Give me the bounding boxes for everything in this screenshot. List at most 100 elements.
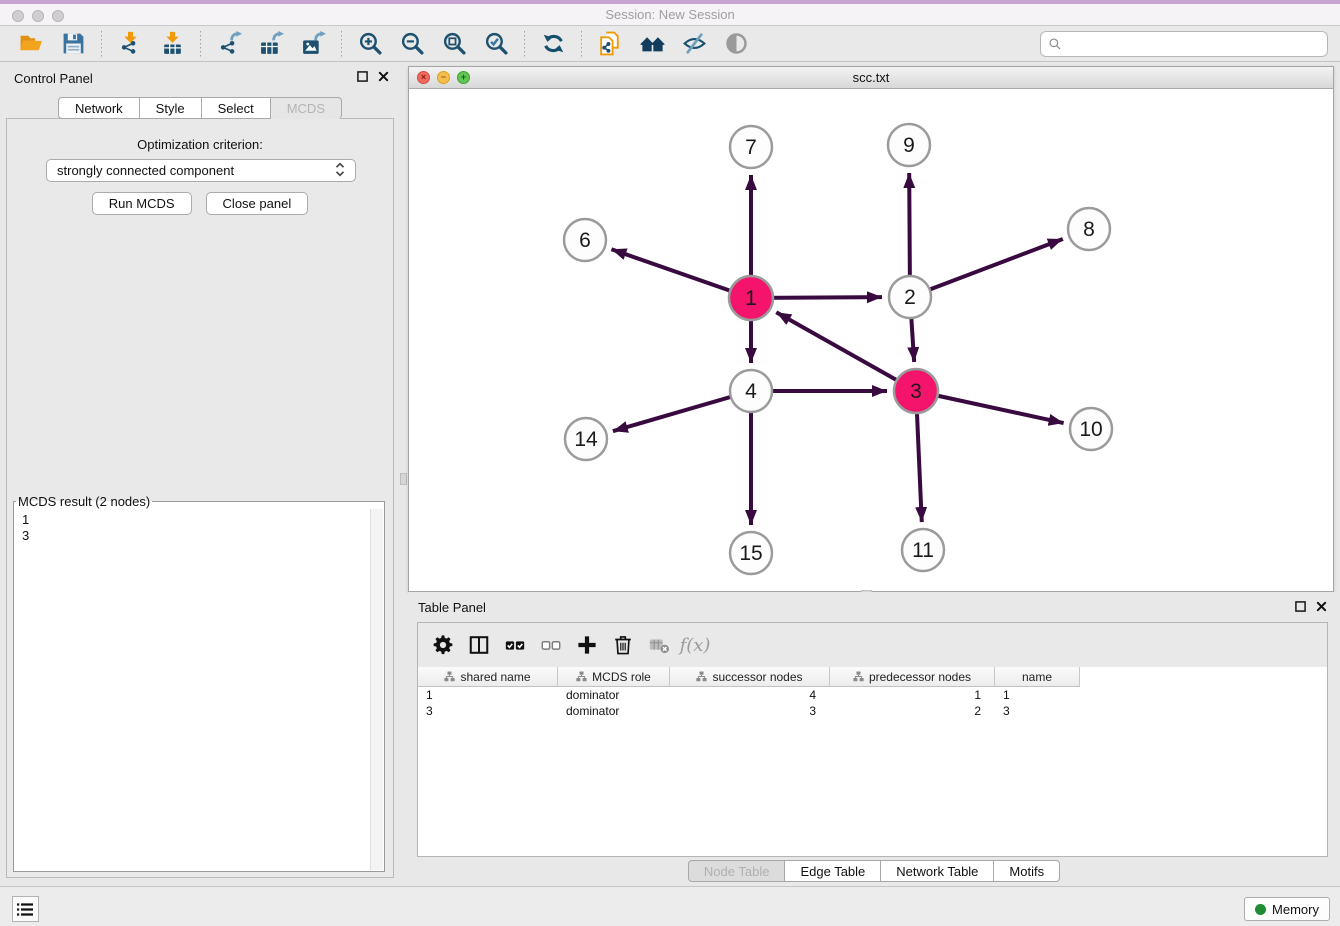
splitter-handle[interactable] bbox=[400, 473, 407, 485]
export-image-icon[interactable] bbox=[296, 30, 330, 58]
tab-mcds[interactable]: MCDS bbox=[271, 97, 342, 119]
node-6[interactable]: 6 bbox=[564, 219, 606, 261]
refresh-layout-icon[interactable] bbox=[536, 30, 570, 58]
run-mcds-button[interactable]: Run MCDS bbox=[92, 192, 192, 215]
svg-text:8: 8 bbox=[1083, 218, 1095, 241]
control-panel: Control Panel NetworkStyleSelectMCDS Opt… bbox=[0, 62, 400, 886]
close-panel-icon[interactable] bbox=[377, 70, 390, 83]
table-cell[interactable]: 3 bbox=[418, 703, 558, 719]
column-header-predecessor-nodes[interactable]: predecessor nodes bbox=[830, 667, 995, 687]
node-14[interactable]: 14 bbox=[565, 418, 607, 460]
optimization-criterion-label: Optimization criterion: bbox=[7, 137, 393, 152]
columns-icon[interactable] bbox=[464, 630, 494, 660]
node-8[interactable]: 8 bbox=[1068, 208, 1110, 250]
settings-icon[interactable] bbox=[428, 630, 458, 660]
node-15[interactable]: 15 bbox=[730, 532, 772, 574]
zoom-out-icon[interactable] bbox=[395, 30, 429, 58]
svg-text:7: 7 bbox=[745, 136, 757, 159]
delete-row-icon[interactable] bbox=[608, 630, 638, 660]
result-scrollbar[interactable] bbox=[370, 509, 383, 870]
table-row[interactable]: 1dominator411 bbox=[418, 687, 1327, 703]
import-network-icon[interactable] bbox=[113, 30, 147, 58]
close-panel-button[interactable]: Close panel bbox=[206, 192, 309, 215]
node-4[interactable]: 4 bbox=[730, 370, 772, 412]
deselect-all-icon[interactable] bbox=[536, 630, 566, 660]
svg-text:11: 11 bbox=[912, 539, 934, 562]
zoom-selected-icon[interactable] bbox=[479, 30, 513, 58]
node-10[interactable]: 10 bbox=[1070, 408, 1112, 450]
float-panel-icon[interactable] bbox=[356, 70, 369, 83]
edge-2-8[interactable] bbox=[910, 239, 1063, 297]
memory-label: Memory bbox=[1272, 902, 1319, 917]
table-row[interactable]: 3dominator323 bbox=[418, 703, 1327, 719]
table-cell[interactable]: 1 bbox=[830, 687, 995, 703]
home-icon[interactable] bbox=[635, 30, 669, 58]
select-all-icon[interactable] bbox=[500, 630, 530, 660]
mcds-result-box: MCDS result (2 nodes) 1 3 bbox=[13, 494, 385, 872]
toolbar-separator bbox=[341, 31, 342, 57]
node-9[interactable]: 9 bbox=[888, 124, 930, 166]
delete-table-icon bbox=[644, 630, 674, 660]
tab-motifs[interactable]: Motifs bbox=[994, 860, 1060, 882]
search-input[interactable] bbox=[1067, 34, 1327, 54]
svg-text:1: 1 bbox=[745, 287, 757, 310]
table-cell[interactable]: 2 bbox=[830, 703, 995, 719]
node-11[interactable]: 11 bbox=[902, 529, 944, 571]
svg-text:4: 4 bbox=[745, 380, 757, 403]
node-2[interactable]: 2 bbox=[889, 276, 931, 318]
svg-text:3: 3 bbox=[910, 380, 922, 403]
memory-button[interactable]: Memory bbox=[1244, 897, 1330, 921]
criterion-select[interactable]: strongly connected component bbox=[46, 159, 356, 182]
mcds-tab-content: Optimization criterion: strongly connect… bbox=[6, 118, 394, 878]
network-view-window: × − + scc.txt 7 9 6 8 1 2 4 3 14 10 15 11 bbox=[408, 66, 1334, 592]
tab-edge-table[interactable]: Edge Table bbox=[785, 860, 881, 882]
network-view-title: scc.txt bbox=[409, 70, 1333, 85]
tab-network-table[interactable]: Network Table bbox=[881, 860, 994, 882]
close-table-panel-icon[interactable] bbox=[1315, 600, 1328, 613]
network-window-titlebar[interactable]: × − + scc.txt bbox=[409, 67, 1333, 89]
node-3[interactable]: 3 bbox=[894, 369, 938, 413]
table-cell[interactable]: dominator bbox=[558, 703, 670, 719]
table-cell[interactable]: dominator bbox=[558, 687, 670, 703]
column-header-successor-nodes[interactable]: successor nodes bbox=[670, 667, 830, 687]
svg-text:15: 15 bbox=[739, 542, 762, 565]
export-network-icon[interactable] bbox=[212, 30, 246, 58]
save-session-icon[interactable] bbox=[56, 30, 90, 58]
tab-network[interactable]: Network bbox=[58, 97, 140, 119]
tree-icon bbox=[444, 671, 455, 682]
node-1[interactable]: 1 bbox=[729, 276, 773, 320]
vertical-splitter[interactable] bbox=[400, 62, 408, 886]
table-cell[interactable]: 1 bbox=[418, 687, 558, 703]
network-canvas[interactable]: 7 9 6 8 1 2 4 3 14 10 15 11 bbox=[409, 89, 1333, 591]
mcds-result-title: MCDS result (2 nodes) bbox=[16, 494, 152, 509]
float-table-panel-icon[interactable] bbox=[1294, 600, 1307, 613]
zoom-fit-icon[interactable] bbox=[437, 30, 471, 58]
toolbar-separator bbox=[101, 31, 102, 57]
add-row-icon[interactable] bbox=[572, 630, 602, 660]
column-header-MCDS-role[interactable]: MCDS role bbox=[558, 667, 670, 687]
tab-style[interactable]: Style bbox=[140, 97, 202, 119]
table-cell[interactable]: 4 bbox=[670, 687, 830, 703]
hide-detail-icon[interactable] bbox=[677, 30, 711, 58]
column-header-shared-name[interactable]: shared name bbox=[418, 667, 558, 687]
tree-icon bbox=[696, 671, 707, 682]
table-cell[interactable]: 1 bbox=[995, 687, 1080, 703]
clone-network-icon[interactable] bbox=[593, 30, 627, 58]
table-cell[interactable]: 3 bbox=[995, 703, 1080, 719]
edge-3-1[interactable] bbox=[776, 312, 916, 391]
svg-text:14: 14 bbox=[574, 428, 598, 451]
task-history-button[interactable] bbox=[12, 896, 39, 922]
column-header-name[interactable]: name bbox=[995, 667, 1080, 687]
criterion-value: strongly connected component bbox=[57, 163, 234, 178]
table-cell[interactable]: 3 bbox=[670, 703, 830, 719]
export-table-icon[interactable] bbox=[254, 30, 288, 58]
tab-select[interactable]: Select bbox=[202, 97, 271, 119]
svg-text:10: 10 bbox=[1079, 418, 1102, 441]
birds-eye-icon[interactable] bbox=[719, 30, 753, 58]
zoom-in-icon[interactable] bbox=[353, 30, 387, 58]
node-7[interactable]: 7 bbox=[730, 126, 772, 168]
open-session-icon[interactable] bbox=[14, 30, 48, 58]
tab-node-table[interactable]: Node Table bbox=[688, 860, 786, 882]
search-box[interactable] bbox=[1040, 31, 1328, 57]
import-table-icon[interactable] bbox=[155, 30, 189, 58]
